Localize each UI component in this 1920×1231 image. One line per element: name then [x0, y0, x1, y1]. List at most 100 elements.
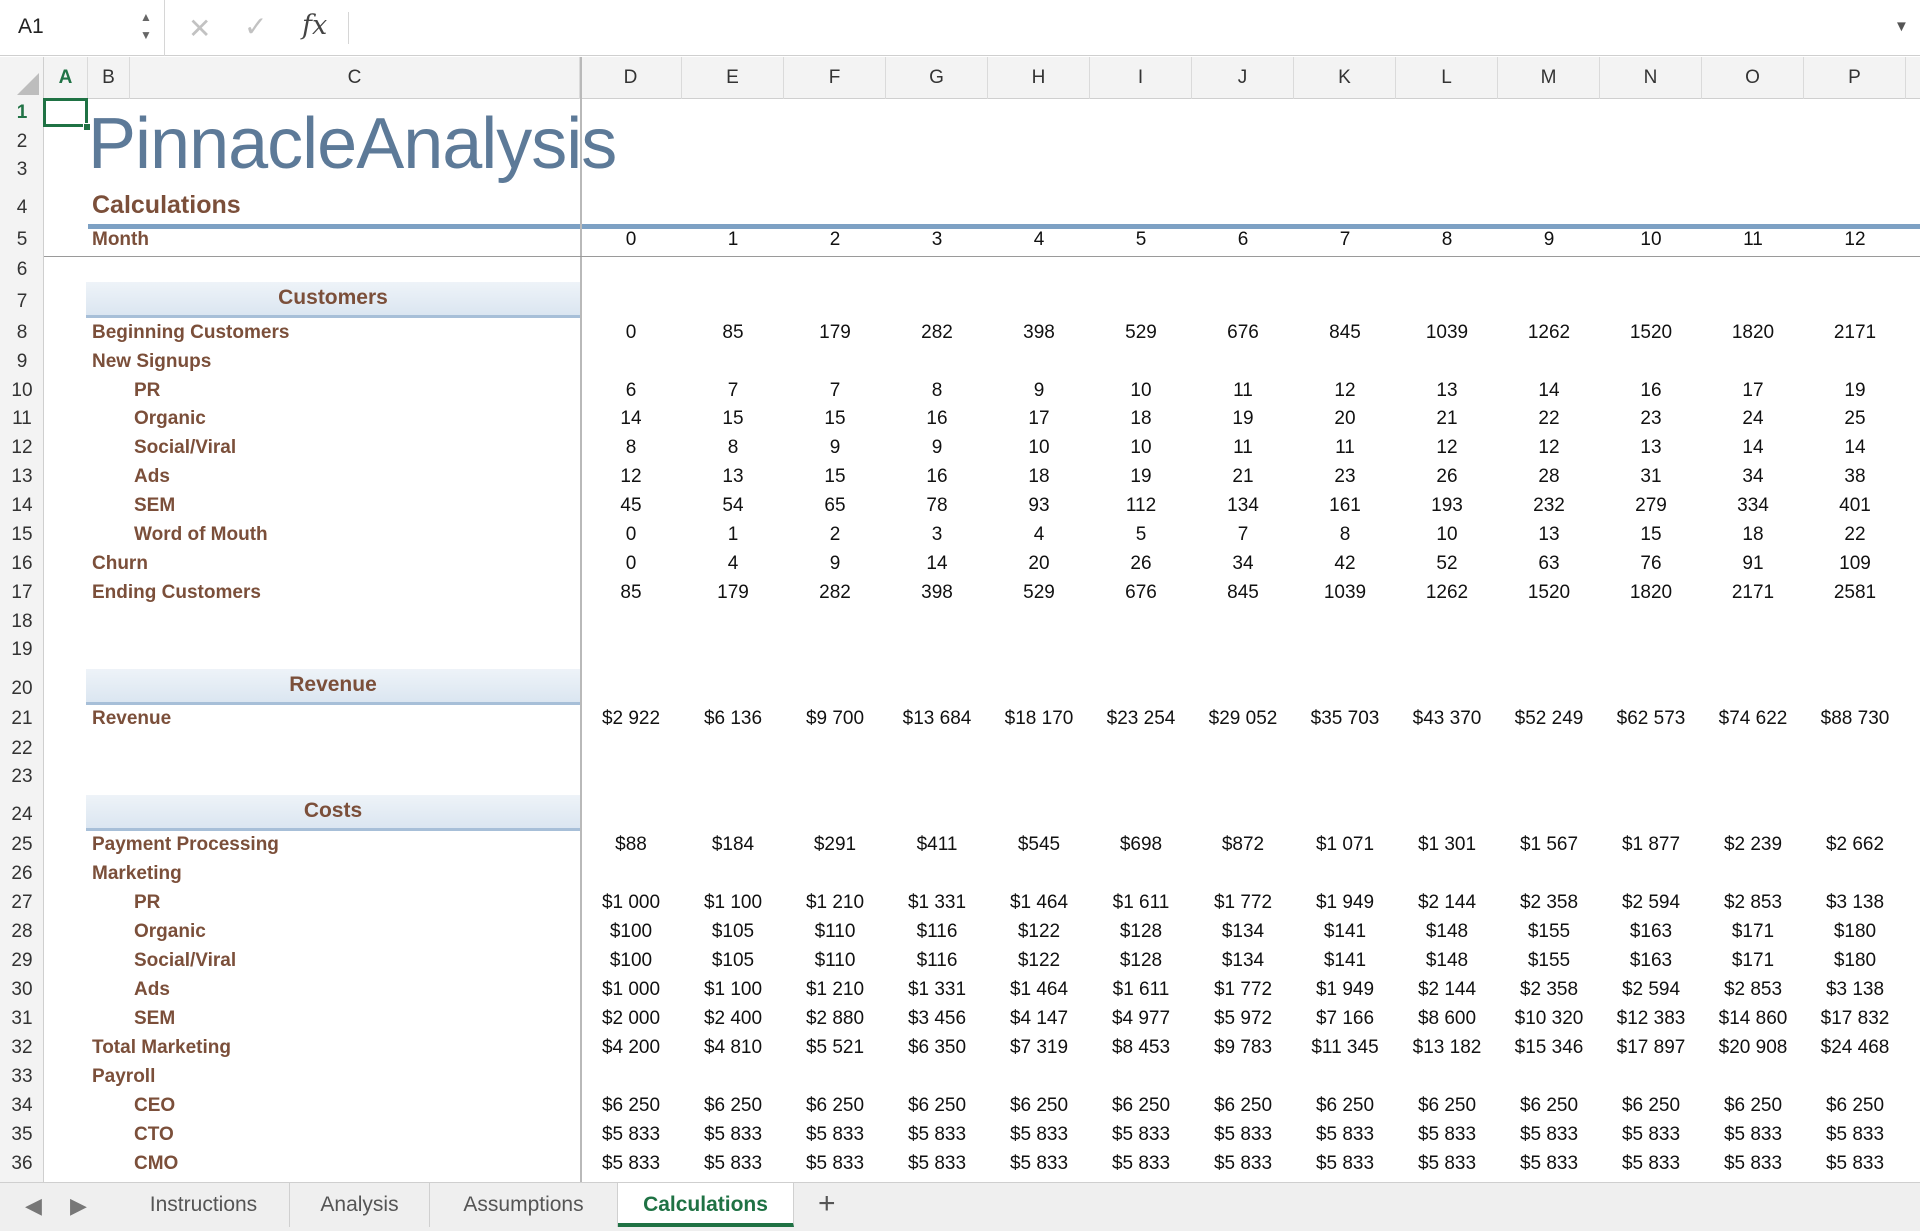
- expand-formula-icon[interactable]: ▼: [1894, 18, 1909, 35]
- cancel-icon[interactable]: ✕: [188, 12, 211, 45]
- add-sheet-button[interactable]: +: [818, 1187, 836, 1221]
- table-cell: 15: [824, 466, 846, 487]
- table-cell: $2 239: [1723, 834, 1783, 855]
- month-cell: 11: [1743, 229, 1763, 250]
- month-cell: 9: [1543, 229, 1555, 250]
- row-label: Organic: [134, 408, 206, 429]
- column-header-l[interactable]: L: [1396, 57, 1498, 99]
- table-cell: $62 573: [1616, 708, 1686, 729]
- table-cell: 109: [1839, 553, 1871, 574]
- table-cell: 401: [1839, 495, 1871, 516]
- table-cell: $5 833: [1519, 1124, 1579, 1145]
- tab-instructions[interactable]: Instructions: [118, 1183, 290, 1227]
- confirm-icon[interactable]: ✓: [244, 10, 267, 43]
- table-cell: $8 453: [1111, 1037, 1171, 1058]
- table-cell: $2 594: [1621, 979, 1681, 1000]
- table-cell: 91: [1742, 553, 1764, 574]
- table-cell: 85: [620, 582, 642, 603]
- table-cell: $2 880: [805, 1008, 865, 1029]
- tab-analysis[interactable]: Analysis: [290, 1183, 430, 1227]
- row-label: Total Marketing: [92, 1037, 231, 1058]
- table-cell: $100: [609, 950, 653, 971]
- table-cell: 23: [1334, 466, 1356, 487]
- column-header-c[interactable]: C: [130, 57, 580, 99]
- table-cell: 0: [625, 553, 637, 574]
- table-cell: 15: [722, 408, 744, 429]
- table-cell: 5: [1135, 524, 1147, 545]
- table-cell: $5 833: [1009, 1153, 1069, 1174]
- column-header-g[interactable]: G: [886, 57, 988, 99]
- table-cell: $1 000: [601, 979, 661, 1000]
- table-cell: 63: [1538, 553, 1560, 574]
- column-header-i[interactable]: I: [1090, 57, 1192, 99]
- table-cell: $1 331: [907, 892, 967, 913]
- table-cell: $9 783: [1213, 1037, 1273, 1058]
- table-cell: 3: [931, 524, 943, 545]
- table-cell: $5 833: [1825, 1124, 1885, 1145]
- table-cell: $1 071: [1315, 834, 1375, 855]
- table-cell: $148: [1425, 950, 1469, 971]
- table-cell: $5 833: [601, 1153, 661, 1174]
- table-cell: $2 853: [1723, 892, 1783, 913]
- table-cell: $6 250: [1621, 1095, 1681, 1116]
- column-header-j[interactable]: J: [1192, 57, 1294, 99]
- column-header-n[interactable]: N: [1600, 57, 1702, 99]
- table-cell: 76: [1640, 553, 1662, 574]
- table-cell: $2 922: [601, 708, 661, 729]
- table-cell: $43 370: [1412, 708, 1482, 729]
- table-cell: $5 833: [1723, 1124, 1783, 1145]
- table-cell: $5 833: [1111, 1124, 1171, 1145]
- table-cell: $872: [1221, 834, 1265, 855]
- table-cell: 1: [727, 524, 739, 545]
- logo: PinnacleAnalysis: [88, 104, 617, 184]
- table-cell: 25: [1844, 408, 1866, 429]
- name-box[interactable]: A1 ▲ ▼: [0, 0, 165, 56]
- table-cell: $148: [1425, 921, 1469, 942]
- row-label: Beginning Customers: [92, 322, 290, 343]
- table-cell: 21: [1436, 408, 1458, 429]
- tab-assumptions[interactable]: Assumptions: [430, 1183, 618, 1227]
- table-cell: 232: [1533, 495, 1565, 516]
- fill-handle[interactable]: [83, 123, 91, 131]
- table-cell: 2171: [1833, 322, 1877, 343]
- column-header-e[interactable]: E: [682, 57, 784, 99]
- table-cell: 529: [1023, 582, 1055, 603]
- table-cell: $180: [1833, 921, 1877, 942]
- column-header-f[interactable]: F: [784, 57, 886, 99]
- next-sheet-icon[interactable]: ▶: [70, 1193, 87, 1219]
- column-header-m[interactable]: M: [1498, 57, 1600, 99]
- name-box-stepper-icon[interactable]: ▲ ▼: [138, 8, 154, 48]
- formula-input[interactable]: [360, 12, 1880, 44]
- table-cell: 179: [819, 322, 851, 343]
- column-header-k[interactable]: K: [1294, 57, 1396, 99]
- name-box-text[interactable]: A1: [18, 15, 44, 39]
- table-cell: $5 833: [1621, 1153, 1681, 1174]
- table-cell: $8 600: [1417, 1008, 1477, 1029]
- tab-calculations[interactable]: Calculations: [618, 1183, 794, 1227]
- row-label: Social/Viral: [134, 950, 237, 971]
- prev-sheet-icon[interactable]: ◀: [25, 1193, 42, 1219]
- table-cell: 22: [1844, 524, 1866, 545]
- table-cell: 11: [1335, 437, 1355, 458]
- column-header-b[interactable]: B: [88, 57, 130, 99]
- column-header-p[interactable]: P: [1804, 57, 1906, 99]
- active-cell-selection[interactable]: [43, 98, 88, 127]
- column-header-o[interactable]: O: [1702, 57, 1804, 99]
- function-icon[interactable]: fx: [302, 10, 327, 41]
- table-cell: $6 250: [805, 1095, 865, 1116]
- column-header-a[interactable]: A: [44, 57, 88, 99]
- table-cell: $14 860: [1718, 1008, 1788, 1029]
- select-all-corner[interactable]: [0, 57, 44, 99]
- table-cell: $5 833: [1315, 1153, 1375, 1174]
- table-cell: $2 000: [601, 1008, 661, 1029]
- table-cell: 2581: [1833, 582, 1877, 603]
- select-all-icon[interactable]: [17, 73, 39, 95]
- column-header-d[interactable]: D: [580, 57, 682, 99]
- table-cell: $6 250: [1111, 1095, 1171, 1116]
- table-cell: 16: [926, 408, 948, 429]
- table-cell: $3 138: [1825, 979, 1885, 1000]
- table-cell: 10: [1028, 437, 1050, 458]
- column-header-h[interactable]: H: [988, 57, 1090, 99]
- table-cell: 4: [727, 553, 739, 574]
- table-cell: 17: [1028, 408, 1050, 429]
